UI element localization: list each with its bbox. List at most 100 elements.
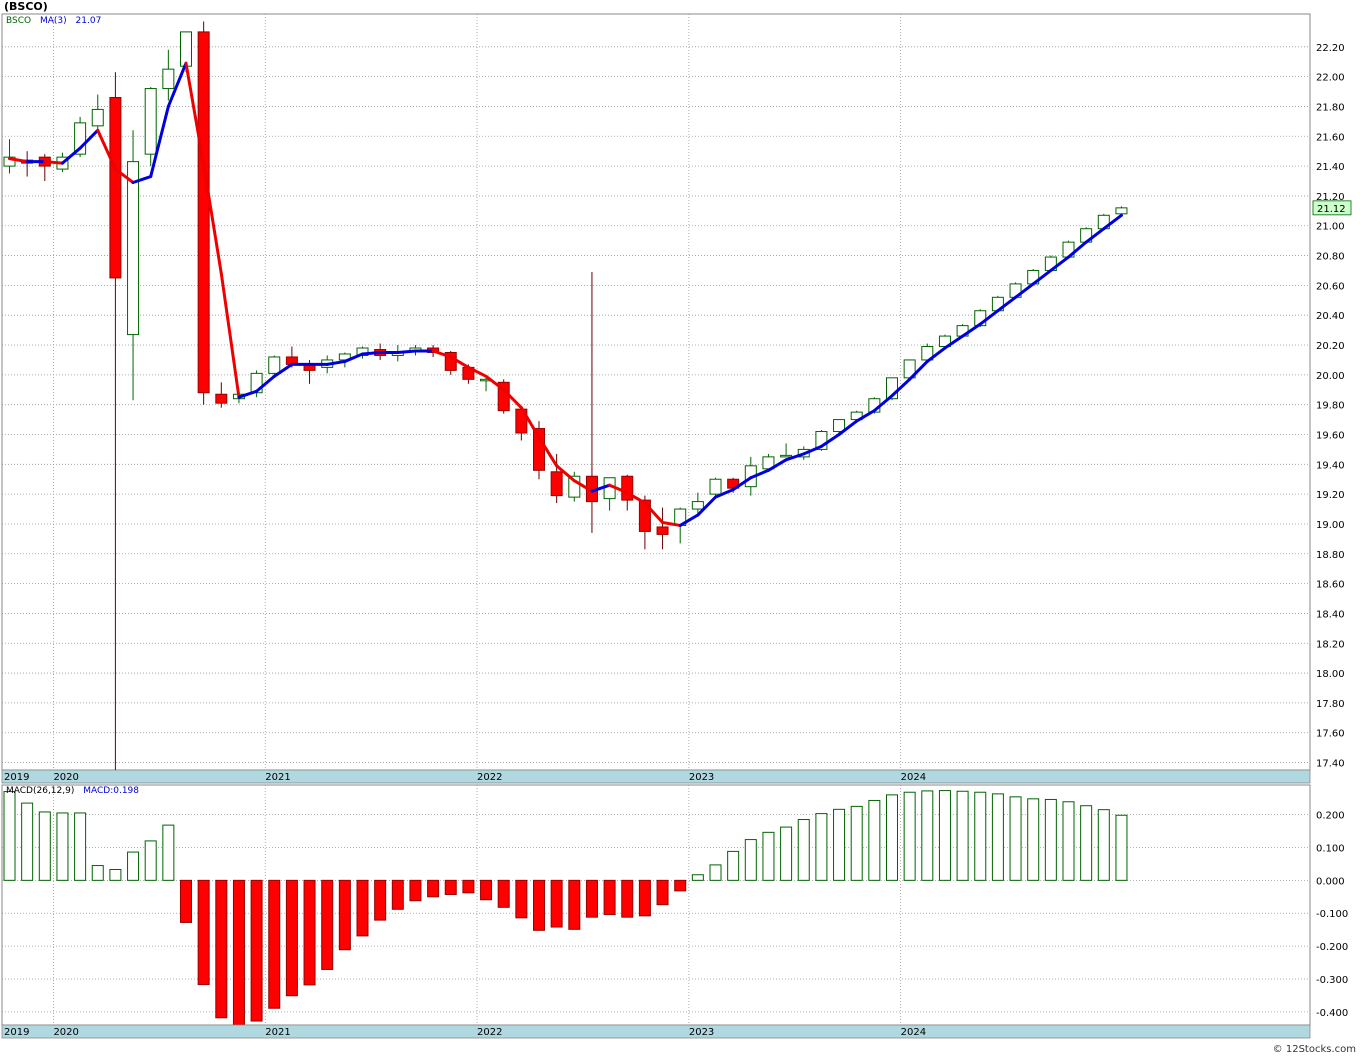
price-tick-label: 18.00: [1316, 669, 1345, 680]
credit: © 12Stocks.com: [1272, 1044, 1356, 1055]
candle-body: [268, 356, 281, 374]
price-tick-label: 21.60: [1316, 132, 1345, 143]
macd-bar: [780, 826, 793, 881]
macd-tick-label: 0.000: [1316, 876, 1345, 887]
macd-bar: [1080, 805, 1093, 881]
macd-bar: [833, 808, 846, 881]
macd-time-axis: [1, 1024, 1311, 1039]
macd-bar: [285, 879, 298, 997]
candle-body: [162, 68, 175, 90]
price-tick-label: 19.40: [1316, 460, 1345, 471]
price-tick-label: 19.20: [1316, 490, 1345, 501]
price-panel: 17.40 17.60 17.80 18.00 18.20 18.40 18.60 18.80…: [1, 13, 1352, 784]
macd-bar: [338, 879, 351, 951]
price-tick-label: 17.60: [1316, 729, 1345, 740]
macd-bar: [74, 812, 87, 881]
macd-bar: [3, 791, 16, 881]
macd-bar: [921, 790, 934, 881]
price-x-label: 2022: [477, 772, 502, 783]
price-tick-label: 21.00: [1316, 222, 1345, 233]
macd-bar: [938, 790, 951, 881]
macd-bar: [797, 819, 810, 881]
ma-label: MA(3): [39, 16, 67, 26]
macd-bar: [38, 811, 51, 881]
ma-line-segment: [43, 160, 64, 165]
price-x-label: 2019: [4, 772, 29, 783]
macd-bar: [127, 851, 140, 881]
macd-bar: [356, 879, 369, 937]
macd-bar: [1044, 798, 1057, 881]
ma-value: 21.07: [75, 16, 102, 26]
candle-body: [780, 454, 793, 458]
price-tick-label: 19.60: [1316, 430, 1345, 441]
candle-body: [144, 88, 157, 155]
candle-body: [215, 393, 228, 404]
chart-canvas: 17.40 17.60 17.80 18.00 18.20 18.40 18.60 18.80…: [1, 13, 1352, 1039]
macd-bar: [850, 805, 863, 881]
chart-title: (BSCO): [4, 0, 48, 13]
macd-tick-label: 0.200: [1316, 811, 1345, 822]
candle-body: [127, 161, 140, 336]
macd-bar: [21, 802, 34, 881]
price-tick-label: 17.80: [1316, 699, 1345, 710]
macd-bar: [91, 865, 104, 881]
macd-tick-label: -0.400: [1316, 1008, 1348, 1019]
macd-bar: [691, 874, 704, 881]
macd-bar: [568, 879, 581, 930]
macd-bar: [656, 879, 669, 906]
candle-body: [550, 471, 563, 497]
macd-x-label: 2023: [689, 1027, 714, 1038]
macd-bar: [903, 791, 916, 881]
price-tick-label: 20.00: [1316, 371, 1345, 382]
candle-body: [691, 501, 704, 510]
macd-bar: [709, 864, 722, 881]
macd-bar: [409, 879, 422, 902]
macd-panel: -0.400 -0.300 -0.200 -0.100 0.000 0.100 0.200 2…: [1, 784, 1348, 1039]
macd-bar: [444, 879, 457, 895]
macd-bar: [215, 879, 228, 1019]
price-tick-label: 22.00: [1316, 73, 1345, 84]
macd-tick-label: 0.100: [1316, 843, 1345, 854]
macd-bar: [1115, 814, 1128, 881]
macd-bar: [638, 879, 651, 917]
candle-body: [197, 31, 210, 394]
macd-bar: [268, 879, 281, 1009]
candle-body: [1115, 207, 1128, 215]
macd-bar: [162, 824, 175, 881]
macd-x-label: 2019: [4, 1027, 29, 1038]
ma-line-segment: [361, 350, 382, 356]
candle-body: [656, 526, 669, 535]
price-tick-label: 20.40: [1316, 311, 1345, 322]
price-tick-label: 19.00: [1316, 520, 1345, 531]
price-time-axis: [1, 769, 1311, 784]
price-tick-label: 20.20: [1316, 341, 1345, 352]
macd-bar: [815, 813, 828, 881]
macd-bar: [550, 879, 563, 928]
macd-bar: [515, 879, 528, 919]
price-legend: BSCO MA(3) 21.07: [6, 16, 107, 26]
macd-bar: [56, 812, 69, 881]
price-tick-label: 21.80: [1316, 102, 1345, 113]
macd-tick-label: -0.100: [1316, 909, 1348, 920]
macd-bar: [321, 879, 334, 970]
macd-bar: [603, 879, 616, 916]
macd-bar: [956, 790, 969, 881]
price-tick-label: 18.80: [1316, 550, 1345, 561]
macd-bar: [674, 879, 687, 892]
price-x-label: 2021: [265, 772, 290, 783]
price-tick-label: 18.60: [1316, 580, 1345, 591]
macd-tick-label: -0.200: [1316, 942, 1348, 953]
price-x-label: 2023: [689, 772, 714, 783]
macd-bar: [374, 879, 387, 921]
macd-bar: [1027, 798, 1040, 881]
macd-bar: [974, 791, 987, 881]
macd-bar: [762, 831, 775, 881]
macd-bar: [144, 840, 157, 881]
price-tick-label: 19.80: [1316, 401, 1345, 412]
price-tick-label: 17.40: [1316, 759, 1345, 770]
macd-bar: [868, 799, 881, 881]
macd-bar: [427, 879, 440, 898]
macd-x-label: 2024: [901, 1027, 926, 1038]
candle-body: [180, 31, 192, 67]
macd-bar: [1009, 796, 1022, 881]
